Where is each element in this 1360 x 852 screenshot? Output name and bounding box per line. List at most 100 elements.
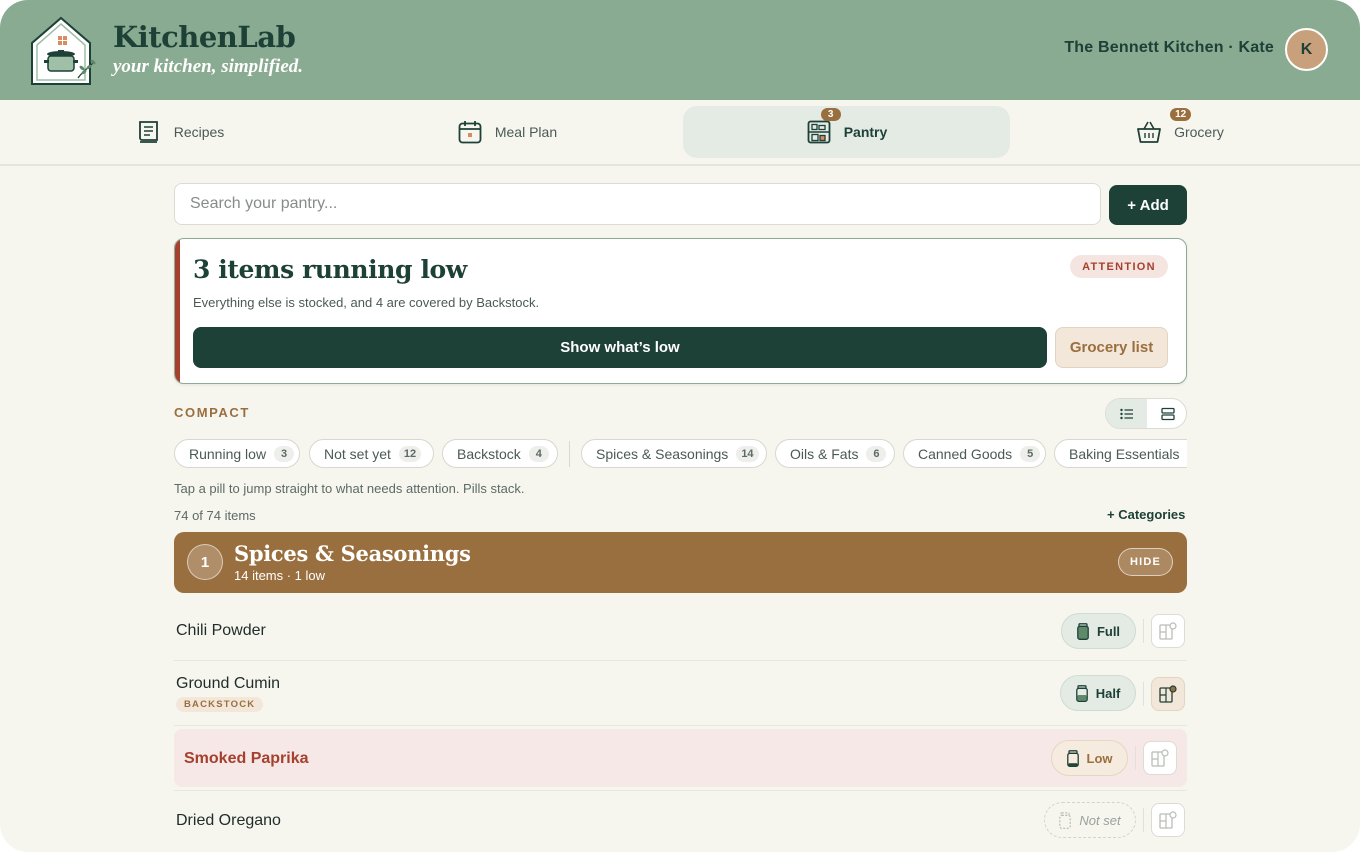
backstock-icon: [1159, 811, 1177, 829]
brand-tagline: your kitchen, simplified.: [113, 56, 303, 77]
divider: [1143, 808, 1144, 832]
pill-count: 4: [528, 445, 549, 462]
pill-divider: [569, 441, 570, 467]
grocery-badge: 12: [1170, 108, 1192, 121]
jar-empty-icon: [1059, 811, 1072, 829]
pill-spices[interactable]: Spices & Seasonings 14: [581, 439, 767, 468]
pill-baking[interactable]: Baking Essentials7: [1054, 439, 1187, 468]
pill-not-set[interactable]: Not set yet 12: [309, 439, 434, 468]
book-icon: [136, 119, 162, 145]
pill-label: Running low: [189, 445, 267, 462]
divider: [1135, 746, 1136, 770]
backstock-toggle[interactable]: [1143, 741, 1177, 775]
main-nav: Recipes Meal Plan 3 Pantry 12 Grocery: [0, 100, 1360, 166]
density-label: COMPACT: [174, 405, 250, 420]
divider: [174, 725, 1187, 726]
low-stock-alert: 3 items running low Everything else is s…: [174, 238, 1187, 384]
pills-hint: Tap a pill to jump straight to what need…: [174, 481, 525, 496]
tab-pantry-label: Pantry: [843, 124, 888, 140]
basket-icon: 12: [1136, 108, 1192, 145]
list-item: Dried Oregano Not set: [174, 790, 1187, 852]
pill-label: Spices & Seasonings: [596, 445, 729, 462]
jar-low-icon: [1066, 749, 1079, 767]
category-number: 1: [187, 544, 223, 580]
backstock-icon: [1159, 685, 1177, 703]
add-item-button[interactable]: + Add: [1109, 185, 1187, 225]
category-subtitle: 14 items · 1 low: [234, 568, 326, 583]
backstock-icon: [1151, 749, 1169, 767]
backstock-toggle[interactable]: [1151, 614, 1185, 648]
tab-meal-plan-label: Meal Plan: [494, 124, 558, 140]
pill-label: Not set yet: [324, 445, 391, 462]
backstock-icon: [1159, 622, 1177, 640]
grocery-list-button[interactable]: Grocery list: [1055, 327, 1168, 368]
backstock-tag: BACKSTOCK: [176, 697, 264, 712]
tab-grocery[interactable]: 12 Grocery: [1030, 106, 1330, 158]
list-item: Chili Powder Full: [174, 601, 1187, 661]
category-header[interactable]: 1 Spices & Seasonings 14 items · 1 low H…: [174, 532, 1187, 593]
category-title: Spices & Seasonings: [234, 541, 471, 566]
divider: [1143, 619, 1144, 643]
tab-grocery-label: Grocery: [1174, 124, 1224, 140]
avatar[interactable]: K: [1285, 28, 1328, 71]
pill-oils[interactable]: Oils & Fats 6: [775, 439, 895, 468]
pill-count: 6: [866, 445, 887, 462]
show-low-button[interactable]: Show what’s low: [193, 327, 1047, 368]
kitchen-account-name[interactable]: The Bennett Kitchen · Kate: [1064, 39, 1274, 57]
brand-title: KitchenLab: [113, 20, 296, 54]
jar-full-icon: [1077, 622, 1089, 640]
divider: [174, 660, 1187, 661]
list-view-button[interactable]: [1106, 399, 1147, 428]
rows-view-button[interactable]: [1147, 399, 1186, 428]
level-low-button[interactable]: Low: [1051, 740, 1128, 776]
pantry-icon: 3: [806, 108, 841, 145]
alert-accent-bar: [175, 239, 180, 383]
level-half-button[interactable]: Half: [1060, 675, 1136, 711]
item-name: Dried Oregano: [176, 812, 281, 829]
rows-icon: [1160, 407, 1175, 420]
tab-pantry[interactable]: 3 Pantry: [683, 106, 1010, 158]
pill-count: 12: [398, 445, 422, 462]
calendar-icon: [457, 119, 483, 145]
backstock-toggle[interactable]: [1151, 803, 1185, 837]
backstock-toggle[interactable]: [1151, 677, 1185, 711]
pill-count: 5: [1020, 445, 1041, 462]
pill-count: 3: [274, 445, 295, 462]
tab-recipes[interactable]: Recipes: [30, 106, 330, 158]
item-name: Chili Powder: [176, 622, 266, 639]
level-not-set-button[interactable]: Not set: [1044, 802, 1136, 838]
divider: [1143, 682, 1144, 706]
level-label: Half: [1095, 685, 1121, 701]
tab-recipes-label: Recipes: [173, 124, 225, 140]
alert-subtitle: Everything else is stocked, and 4 are co…: [193, 295, 540, 310]
filter-pills: Running low 3 Not set yet 12 Backstock 4 Sp…: [174, 439, 1187, 469]
house-logo-icon: [30, 16, 100, 86]
jar-half-icon: [1075, 684, 1088, 702]
pill-label: Baking Essentials: [1069, 445, 1180, 462]
divider: [174, 790, 1187, 791]
list-item: Smoked Paprika Low: [174, 729, 1187, 787]
pill-backstock[interactable]: Backstock 4: [442, 439, 558, 468]
pill-canned[interactable]: Canned Goods 5: [903, 439, 1046, 468]
item-name: Ground Cumin: [176, 675, 281, 692]
item-name: Smoked Paprika: [184, 750, 309, 767]
pill-label: Canned Goods: [918, 445, 1013, 462]
attention-badge: ATTENTION: [1070, 255, 1168, 278]
level-label: Not set: [1079, 812, 1121, 828]
pantry-badge: 3: [820, 108, 841, 121]
app-window: KitchenLab your kitchen, simplified. The…: [0, 0, 1360, 852]
pill-running-low[interactable]: Running low 3: [174, 439, 300, 468]
level-full-button[interactable]: Full: [1061, 613, 1136, 649]
view-toggle: [1105, 398, 1187, 429]
level-label: Full: [1096, 623, 1121, 639]
list-icon: [1119, 408, 1133, 419]
alert-title: 3 items running low: [193, 255, 467, 284]
pill-label: Oils & Fats: [790, 445, 859, 462]
add-categories-link[interactable]: + Categories: [1107, 507, 1185, 522]
item-count: 74 of 74 items: [174, 508, 256, 523]
level-label: Low: [1086, 750, 1113, 766]
hide-category-button[interactable]: HIDE: [1118, 548, 1173, 576]
list-item: Ground Cumin BACKSTOCK Half: [174, 662, 1187, 726]
search-input[interactable]: [174, 183, 1101, 225]
tab-meal-plan[interactable]: Meal Plan: [357, 106, 657, 158]
